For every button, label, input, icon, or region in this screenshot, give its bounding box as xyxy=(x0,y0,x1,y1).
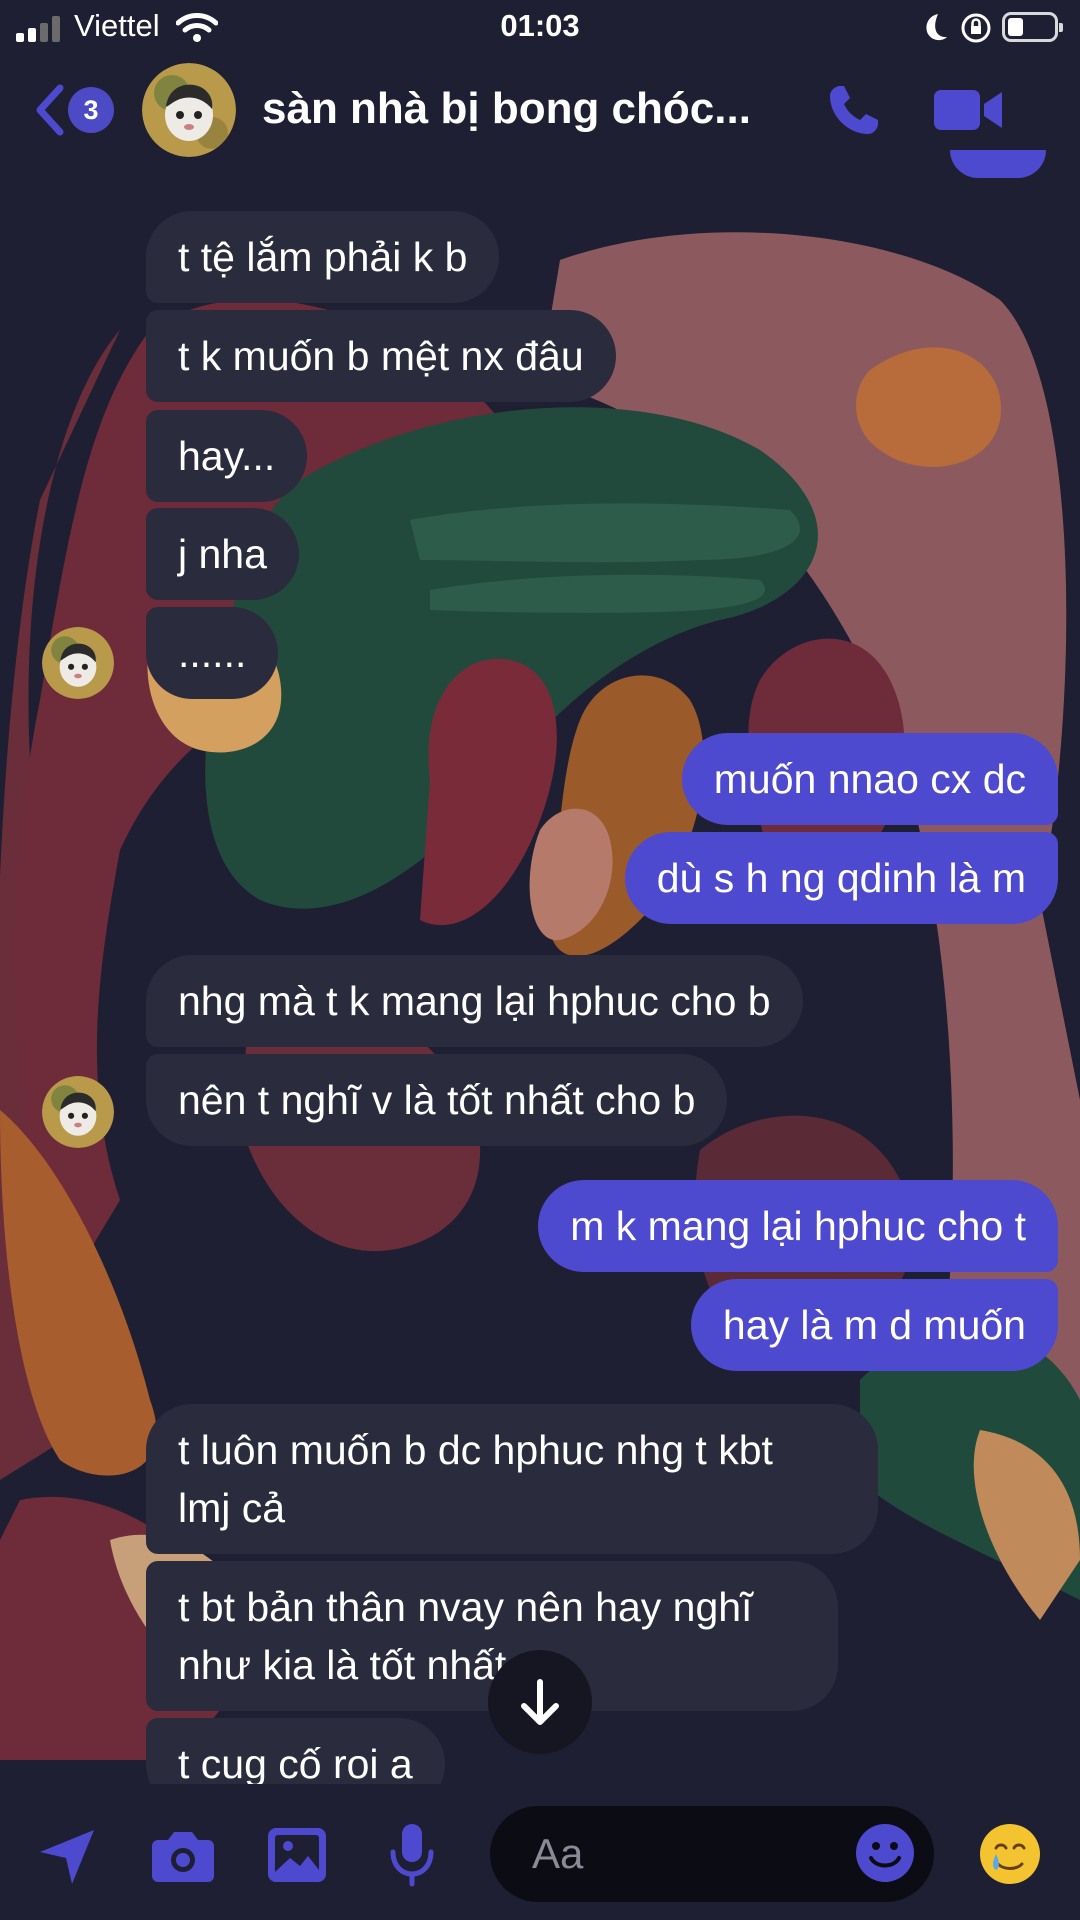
incoming-message[interactable]: ...... xyxy=(146,607,279,699)
incoming-message[interactable]: j nha xyxy=(146,508,299,600)
incoming-message[interactable]: nhg mà t k mang lại hphuc cho b xyxy=(146,955,803,1047)
composer-bar xyxy=(0,1784,1080,1920)
moon-icon xyxy=(926,14,947,41)
incoming-message[interactable]: nên t nghĩ v là tốt nhất cho b xyxy=(146,1054,728,1146)
previous-outgoing-bubble xyxy=(950,150,1046,178)
outgoing-message[interactable]: dù s h ng qdinh là m xyxy=(624,832,1058,924)
message-line: lmj cả xyxy=(178,1485,286,1531)
scroll-to-bottom-button[interactable] xyxy=(488,1650,592,1754)
sender-avatar[interactable] xyxy=(42,627,114,699)
send-arrow-icon[interactable] xyxy=(36,1826,98,1888)
message-line: t bt bản thân nvay nên hay nghĩ xyxy=(178,1584,753,1630)
contact-avatar[interactable] xyxy=(142,63,236,157)
conversation-title[interactable]: sàn nhà bị bong chóc... xyxy=(262,84,762,134)
battery-icon xyxy=(1002,12,1063,42)
incoming-message[interactable]: t k muốn b mệt nx đâu xyxy=(146,310,616,402)
outgoing-message[interactable]: hay là m d muốn xyxy=(690,1279,1058,1371)
video-camera-icon[interactable] xyxy=(934,86,1004,134)
incoming-message[interactable]: t cug cố roi a xyxy=(146,1718,445,1784)
incoming-message[interactable]: t luôn muốn b dc hphuc nhg t kbt lmj cả xyxy=(146,1404,878,1554)
image-icon[interactable] xyxy=(266,1826,328,1884)
incoming-message[interactable]: t tệ lắm phải k b xyxy=(146,211,500,303)
outgoing-message[interactable]: muốn nnao cx dc xyxy=(681,733,1058,825)
outgoing-message[interactable]: m k mang lại hphuc cho t xyxy=(538,1180,1058,1272)
clock: 01:03 xyxy=(500,8,580,43)
arrow-down-icon xyxy=(521,1679,559,1725)
rotation-lock-icon xyxy=(961,13,991,43)
message-line: t luôn muốn b dc hphuc nhg t kbt xyxy=(178,1427,773,1473)
message-input-field[interactable] xyxy=(490,1806,934,1902)
message-input[interactable] xyxy=(530,1826,834,1882)
crying-smile-emoji[interactable] xyxy=(978,1822,1042,1886)
incoming-message[interactable]: hay... xyxy=(146,410,308,502)
sender-avatar[interactable] xyxy=(42,1076,114,1148)
phone-icon[interactable] xyxy=(826,82,882,138)
conversation-header: 3 sàn nhà bị bong chóc... xyxy=(0,60,1080,160)
status-bar: Viettel 01:03 xyxy=(0,0,1080,56)
camera-icon[interactable] xyxy=(150,1828,216,1884)
chevron-left-icon xyxy=(36,84,64,136)
microphone-icon[interactable] xyxy=(388,1822,436,1888)
unread-count-badge: 3 xyxy=(68,87,114,133)
smiley-icon[interactable] xyxy=(854,1822,916,1884)
